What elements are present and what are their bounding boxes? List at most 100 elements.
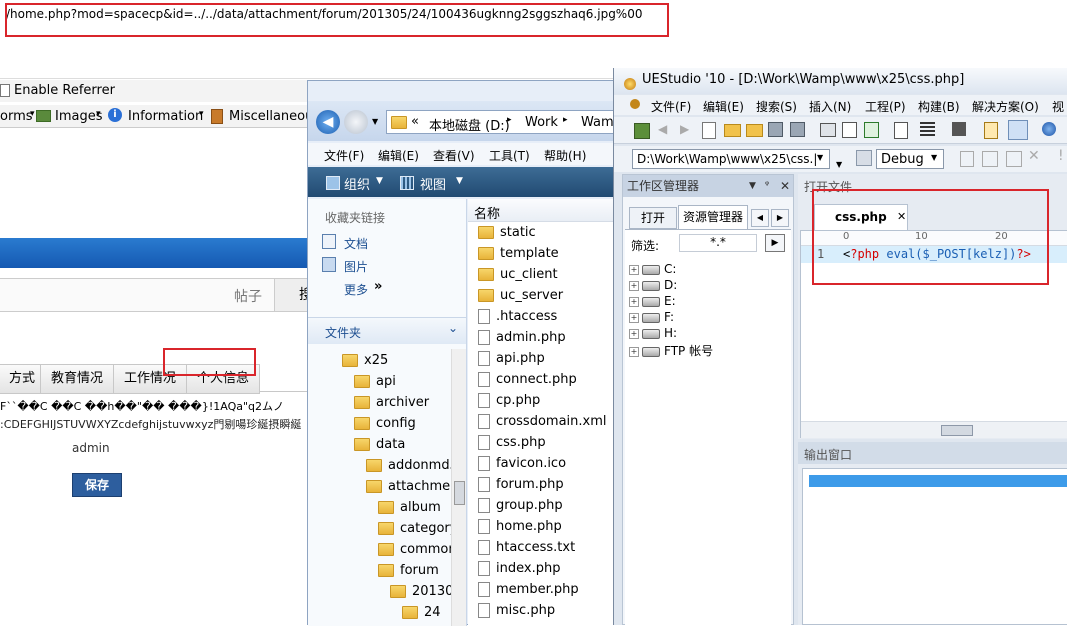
drive-item-2[interactable]: + E:: [629, 294, 676, 308]
column-header-name[interactable]: 名称: [468, 199, 616, 222]
scrollbar-thumb[interactable]: [941, 425, 973, 436]
column-mode-icon[interactable]: [1008, 120, 1028, 140]
file-row-17[interactable]: member.php: [478, 582, 579, 597]
tab-scroll-left-icon[interactable]: ◀: [751, 209, 769, 227]
breadcrumb-chevron[interactable]: «: [411, 114, 419, 129]
compile-icon[interactable]: [960, 151, 974, 167]
information-menu[interactable]: Information: [128, 109, 203, 124]
file-row-2[interactable]: uc_client: [478, 267, 558, 282]
file-path-combo[interactable]: D:\Work\Wamp\www\x25\css.| ▼: [632, 149, 830, 169]
menu-file[interactable]: 文件(F): [324, 147, 364, 164]
file-row-10[interactable]: css.php: [478, 435, 546, 450]
pin-icon[interactable]: ᵠ: [765, 175, 769, 197]
tree-folder-8[interactable]: category: [378, 521, 457, 536]
menu-tools[interactable]: 工具(T): [489, 147, 530, 164]
file-row-16[interactable]: index.php: [478, 561, 560, 576]
expand-icon[interactable]: +: [629, 328, 639, 339]
new-file-icon[interactable]: [702, 122, 716, 139]
drive-item-3[interactable]: + F:: [629, 310, 674, 324]
menu-edit[interactable]: 编辑(E): [378, 147, 419, 164]
drive-item-5[interactable]: + FTP 帐号: [629, 342, 713, 359]
file-row-5[interactable]: admin.php: [478, 330, 566, 345]
file-row-9[interactable]: crossdomain.xml: [478, 414, 607, 429]
tree-folder-3[interactable]: config: [354, 416, 416, 431]
tree-folder-12[interactable]: 24: [402, 605, 441, 620]
file-row-11[interactable]: favicon.ico: [478, 456, 566, 471]
ws-tab-open[interactable]: 打开: [629, 207, 677, 229]
web-icon[interactable]: [1042, 122, 1056, 136]
ue-menu-solution[interactable]: 解决方案(O): [972, 98, 1039, 115]
favorite-pictures[interactable]: 图片: [344, 258, 368, 275]
export-icon[interactable]: [864, 122, 879, 138]
file-row-0[interactable]: static: [478, 225, 536, 240]
expand-icon[interactable]: +: [629, 280, 639, 291]
save-button[interactable]: 保存: [72, 473, 122, 497]
folders-header[interactable]: 文件夹 ⌄: [308, 317, 466, 344]
enable-referrer-label[interactable]: Enable Referrer: [14, 83, 115, 98]
tab-education[interactable]: 教育情况: [40, 364, 115, 394]
menu-view[interactable]: 查看(V): [433, 147, 475, 164]
ue-menu-project[interactable]: 工程(P): [865, 98, 906, 115]
print-icon[interactable]: [820, 123, 836, 137]
ue-menu-file[interactable]: 文件(F): [651, 98, 691, 115]
tab-scroll-right-icon[interactable]: ▶: [771, 209, 789, 227]
panel-dropdown-icon[interactable]: ▼: [749, 175, 756, 197]
expand-icon[interactable]: +: [629, 312, 639, 323]
document-menu-icon[interactable]: [630, 99, 640, 109]
hex-icon[interactable]: [952, 122, 966, 136]
horizontal-scrollbar[interactable]: [801, 421, 1067, 438]
file-row-13[interactable]: group.php: [478, 498, 563, 513]
favorite-documents[interactable]: 文档: [344, 235, 368, 252]
breadcrumb-work[interactable]: Work: [525, 115, 558, 130]
ue-menu-edit[interactable]: 编辑(E): [703, 98, 744, 115]
tree-folder-2[interactable]: archiver: [354, 395, 429, 410]
ue-menu-insert[interactable]: 插入(N): [809, 98, 851, 115]
save-all-icon[interactable]: [790, 122, 805, 137]
file-row-8[interactable]: cp.php: [478, 393, 540, 408]
chevron-down-icon[interactable]: ▼: [931, 153, 937, 162]
file-row-4[interactable]: .htaccess: [478, 309, 557, 324]
notes-icon[interactable]: [984, 122, 998, 139]
overflow-arrow-icon[interactable]: ▼: [836, 160, 842, 169]
file-row-15[interactable]: htaccess.txt: [478, 540, 575, 555]
document-icon[interactable]: [894, 122, 908, 139]
menu-help[interactable]: 帮助(H): [544, 147, 586, 164]
tree-folder-7[interactable]: album: [378, 500, 441, 515]
build-icon[interactable]: [982, 151, 998, 167]
breadcrumb[interactable]: « 本地磁盘 (D:) ▸ Work ▸ Wamp: [386, 110, 622, 134]
filter-input[interactable]: *.*: [679, 234, 757, 252]
file-row-18[interactable]: misc.php: [478, 603, 555, 618]
forward-icon[interactable]: ▶: [680, 122, 689, 136]
tree-scrollbar[interactable]: [451, 349, 466, 626]
ws-tab-explorer[interactable]: 资源管理器: [678, 205, 748, 229]
forms-menu[interactable]: orms: [0, 109, 33, 124]
organize-button[interactable]: 组织: [344, 174, 370, 193]
views-button[interactable]: 视图: [420, 174, 446, 193]
drive-item-1[interactable]: + D:: [629, 278, 677, 292]
file-row-3[interactable]: uc_server: [478, 288, 563, 303]
stop-icon[interactable]: ✕: [1028, 148, 1040, 164]
tree-folder-6[interactable]: attachment: [366, 479, 464, 494]
run-icon[interactable]: !: [1058, 148, 1064, 164]
tree-folder-10[interactable]: forum: [378, 563, 439, 578]
tree-folder-5[interactable]: addonmd5: [366, 458, 458, 473]
tree-folder-0[interactable]: x25: [342, 353, 388, 368]
chevron-down-icon[interactable]: ▼: [817, 153, 823, 162]
filter-apply-icon[interactable]: ▶: [765, 234, 785, 252]
favorite-more[interactable]: 更多: [344, 281, 368, 298]
forward-arrow-icon[interactable]: [344, 110, 368, 134]
expand-icon[interactable]: +: [629, 264, 639, 275]
search-button[interactable]: 搜: [274, 279, 313, 311]
tree-folder-4[interactable]: data: [354, 437, 405, 452]
build-config-combo[interactable]: Debug ▼: [876, 149, 944, 169]
back-arrow-icon[interactable]: ◀: [316, 110, 340, 134]
file-row-7[interactable]: connect.php: [478, 372, 577, 387]
file-row-6[interactable]: api.php: [478, 351, 545, 366]
open-folder-icon[interactable]: [724, 124, 741, 137]
expand-icon[interactable]: +: [629, 296, 639, 307]
wordwrap-icon[interactable]: [920, 122, 935, 136]
expand-icon[interactable]: +: [629, 346, 639, 357]
refresh-icon[interactable]: [634, 123, 650, 139]
history-dropdown-icon[interactable]: ▼: [372, 117, 378, 126]
back-icon[interactable]: ◀: [658, 122, 667, 136]
